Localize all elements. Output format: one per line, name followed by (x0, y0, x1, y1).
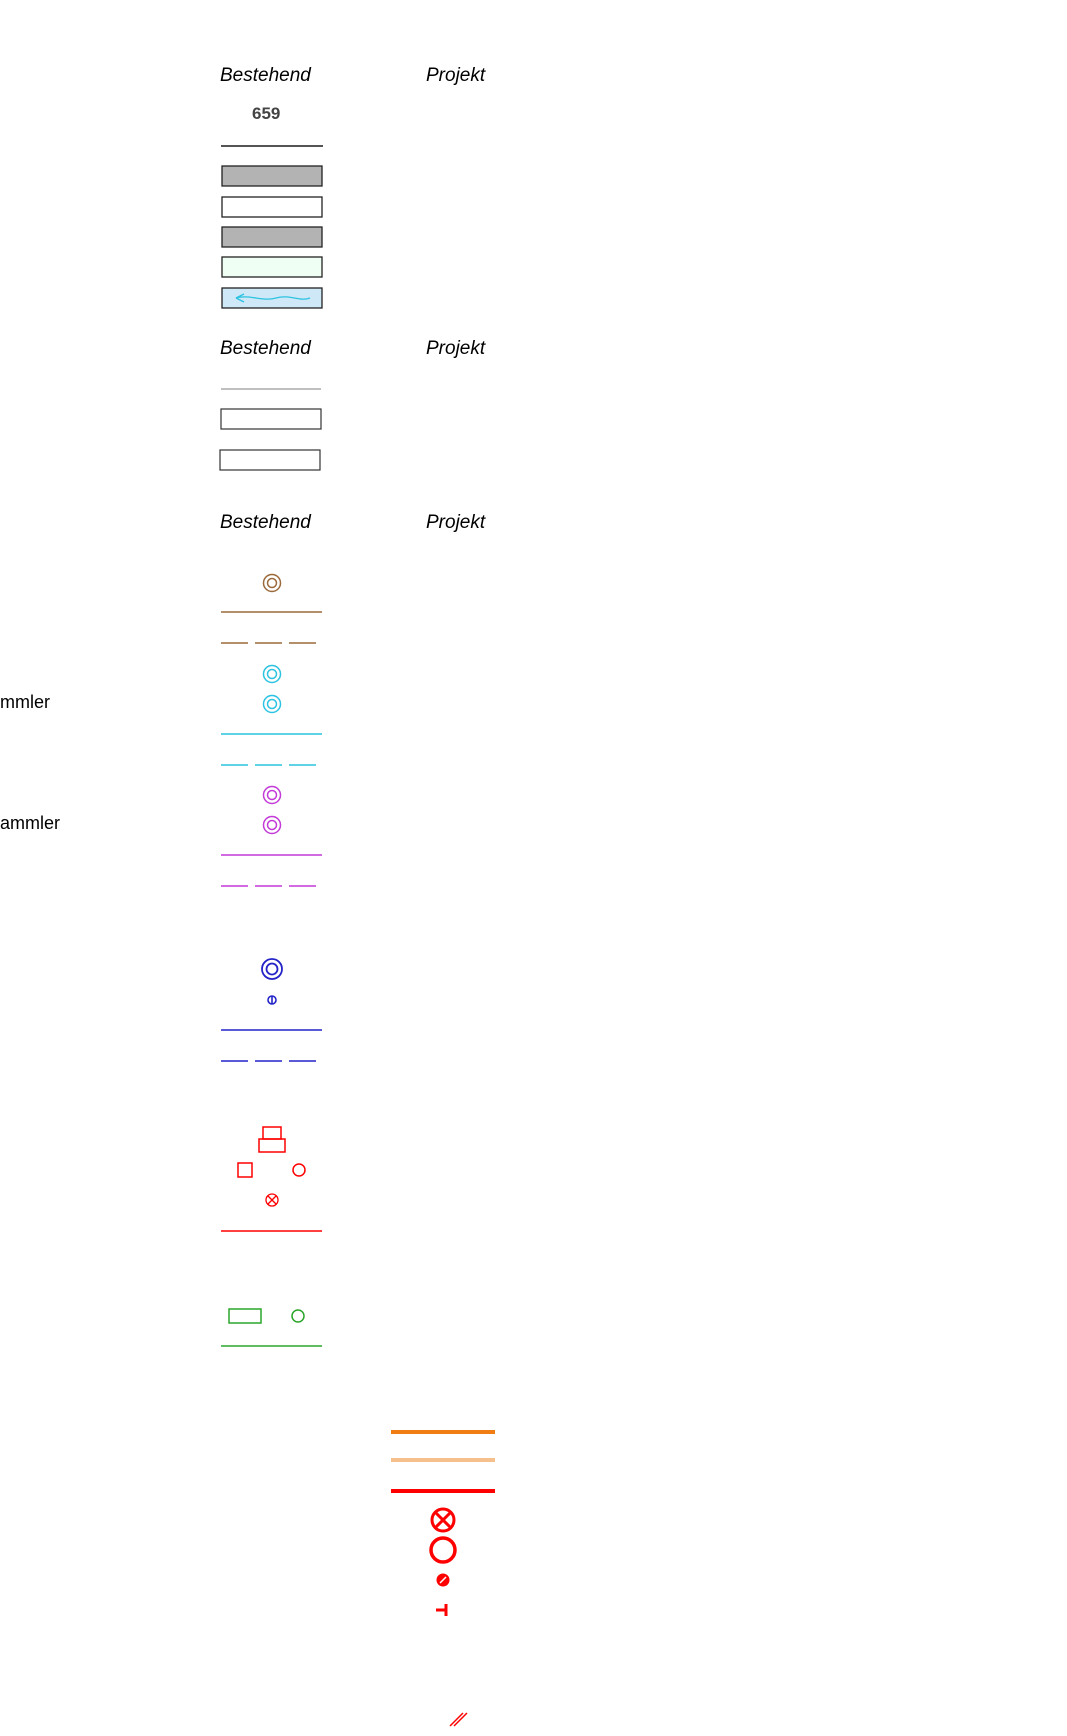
legend-symbols (219, 145, 495, 1727)
blue-shaft-icon (261, 958, 283, 980)
green-box-icon (228, 1308, 262, 1324)
outline-rect-symbol-1 (220, 408, 322, 430)
red-cabinet-icon (258, 1126, 286, 1153)
green-circle-icon (291, 1309, 305, 1323)
outline-rect-symbol-2 (219, 449, 321, 471)
project-valve-icon (436, 1573, 450, 1587)
brown-manhole-icon (262, 573, 282, 593)
project-hatch-icon (449, 1712, 468, 1727)
cyan-collector-icon (262, 694, 282, 714)
green-area-symbol (221, 256, 323, 278)
red-lamp-icon (265, 1193, 279, 1207)
red-circle-icon (292, 1163, 306, 1177)
project-tee-icon (436, 1604, 448, 1616)
covered-area-grey-symbol (221, 226, 323, 248)
building-grey-symbol (221, 165, 323, 187)
project-shaft-icon (429, 1536, 457, 1564)
magenta-manhole-icon (262, 785, 282, 805)
blue-valve-icon (267, 995, 277, 1005)
magenta-collector-icon (262, 815, 282, 835)
project-hydrant-icon (430, 1507, 456, 1533)
red-square-icon (237, 1162, 253, 1178)
building-white-symbol (221, 196, 323, 218)
cyan-manhole-icon (262, 664, 282, 684)
